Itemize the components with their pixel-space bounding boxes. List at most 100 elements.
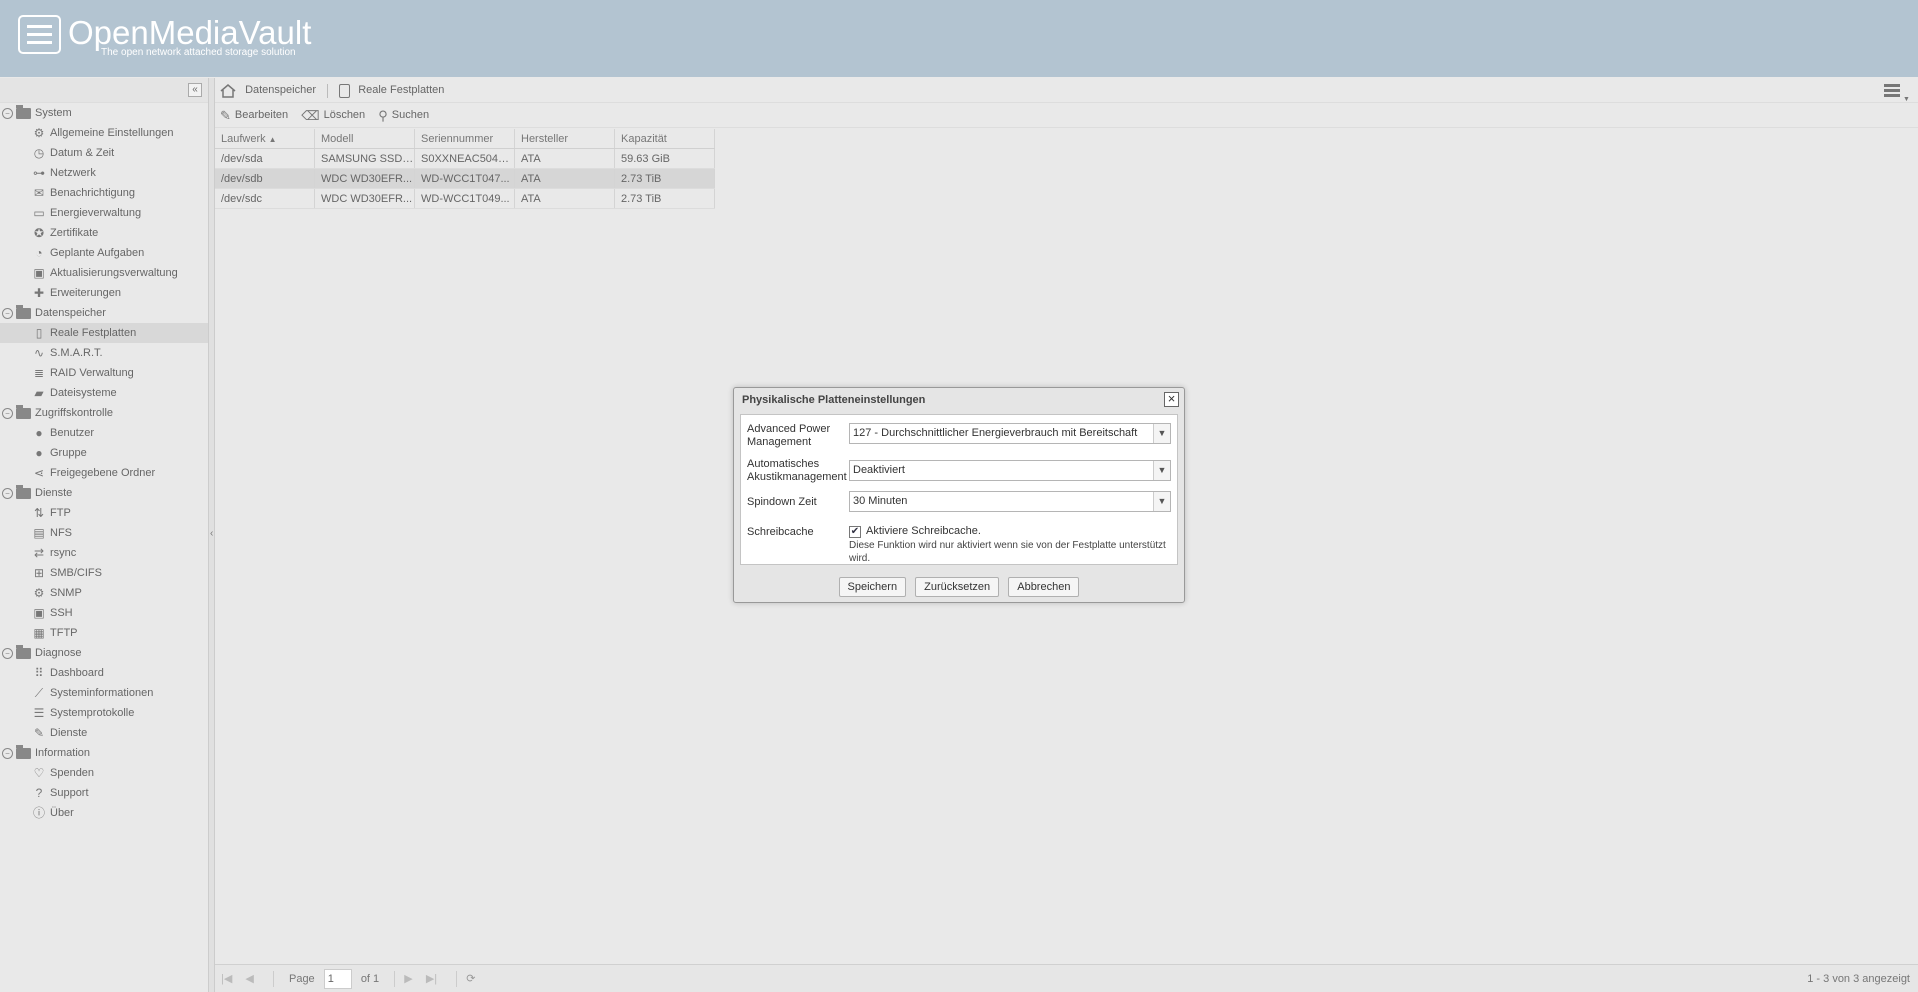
sidebar-item-label: rsync (50, 547, 77, 560)
sidebar-item-rsync[interactable]: ⇄ rsync (0, 543, 208, 563)
cancel-button[interactable]: Abbrechen (1008, 577, 1080, 597)
chevron-down-icon[interactable]: ▼ (1153, 461, 1170, 480)
column-laufwerk[interactable]: Laufwerk ▲ (215, 129, 315, 148)
sidebar-item-spenden[interactable]: ♡ Spenden (0, 763, 208, 783)
edit-button[interactable]: ✎ Bearbeiten (220, 103, 288, 128)
sidebar-item-support[interactable]: ? Support (0, 783, 208, 803)
sidebar-item-benachrichtigung[interactable]: ✉ Benachrichtigung (0, 183, 208, 203)
sidebar-item-benutzer[interactable]: ● Benutzer (0, 423, 208, 443)
sidebar-item-snmp[interactable]: ⚙ SNMP (0, 583, 208, 603)
search-label: Suchen (391, 109, 430, 121)
sidebar-group-label: Zugriffskontrolle (35, 407, 114, 420)
next-page-icon[interactable]: ▶ (404, 965, 412, 992)
prev-page-icon[interactable]: ◀ (245, 965, 253, 992)
sidebar-item-allgemeine-einstellungen[interactable]: ⚙ Allgemeine Einstellungen (0, 123, 208, 143)
table-cell: /dev/sdc (215, 189, 315, 208)
page-input[interactable] (323, 969, 352, 990)
menu-logo-icon[interactable] (18, 15, 61, 54)
table-cell: 2.73 TiB (615, 189, 715, 208)
table-cell: ATA (515, 149, 615, 168)
table-row[interactable]: /dev/sdb WDC WD30EFR... WD-WCC1T047... ATA 2… (215, 169, 715, 189)
sidebar-item-dashboard[interactable]: ⠿ Dashboard (0, 663, 208, 683)
sidebar-item-s-m-a-r-t-[interactable]: ∿ S.M.A.R.T. (0, 343, 208, 363)
collapse-toggle-icon[interactable]: − (2, 747, 13, 759)
table-cell: S0XXNEAC504376 (415, 149, 515, 168)
sidebar-group-zugriffskontrolle[interactable]: − Zugriffskontrolle (0, 403, 208, 423)
sidebar-item-zertifikate[interactable]: ✪ Zertifikate (0, 223, 208, 243)
chevron-down-icon[interactable]: ▼ (1153, 492, 1170, 511)
column-seriennummer[interactable]: Seriennummer (415, 129, 515, 148)
dashboard-icon: ⠿ (34, 666, 44, 681)
sidebar-item-ftp[interactable]: ⇅ FTP (0, 503, 208, 523)
sidebar-item-aktualisierungsverwaltung[interactable]: ▣ Aktualisierungsverwaltung (0, 263, 208, 283)
sidebar-item-label: TFTP (50, 627, 78, 640)
sidebar-item-reale-festplatten[interactable]: ▯ Reale Festplatten (0, 323, 208, 343)
sidebar-item-netzwerk[interactable]: ⊶ Netzwerk (0, 163, 208, 183)
column-modell[interactable]: Modell (315, 129, 415, 148)
table-row[interactable]: /dev/sdc WDC WD30EFR... WD-WCC1T049... ATA 2… (215, 189, 715, 209)
table-row[interactable]: /dev/sda SAMSUNG SSD ... S0XXNEAC504376 ATA… (215, 149, 715, 169)
breadcrumb-item-reale-festplatten[interactable]: Reale Festplatten (358, 84, 444, 96)
sidebar-item-ssh[interactable]: ▣ SSH (0, 603, 208, 623)
sidebar-item-dienste[interactable]: ✎ Dienste (0, 723, 208, 743)
refresh-icon[interactable]: ⟳ (466, 965, 475, 992)
sidebar-item-tftp[interactable]: ▦ TFTP (0, 623, 208, 643)
sidebar-item-nfs[interactable]: ▤ NFS (0, 523, 208, 543)
column-hersteller[interactable]: Hersteller (515, 129, 615, 148)
delete-button[interactable]: ⌫ Löschen (301, 103, 365, 128)
sidebar-item-label: NFS (50, 527, 72, 540)
sidebar-item-freigegebene-ordner[interactable]: ⋖ Freigegebene Ordner (0, 463, 208, 483)
sidebar-item-smb-cifs[interactable]: ⊞ SMB/CIFS (0, 563, 208, 583)
apm-select[interactable]: 127 - Durchschnittlicher Energieverbrauc… (849, 423, 1171, 444)
pager-separator (456, 971, 458, 988)
sidebar-group-label: Dienste (35, 487, 73, 500)
sidebar-group-dienste[interactable]: − Dienste (0, 483, 208, 503)
aam-select[interactable]: Deaktiviert ▼ (849, 460, 1171, 481)
writecache-checkbox-label[interactable]: Aktiviere Schreibcache. (866, 525, 981, 537)
collapse-toggle-icon[interactable]: − (2, 307, 13, 319)
writecache-checkbox[interactable]: ✔ (849, 526, 861, 538)
user-icon: ● (35, 426, 43, 441)
collapse-toggle-icon[interactable]: − (2, 107, 13, 119)
sidebar-item-energieverwaltung[interactable]: ▭ Energieverwaltung (0, 203, 208, 223)
disk-grid: Laufwerk ▲ Modell Seriennummer Hersteller… (215, 129, 715, 209)
sidebar-item-dateisysteme[interactable]: ▰ Dateisysteme (0, 383, 208, 403)
sidebar-item-raid-verwaltung[interactable]: ≣ RAID Verwaltung (0, 363, 208, 383)
folder-open-icon (16, 104, 31, 119)
column-kapazitaet[interactable]: Kapazität (615, 129, 715, 148)
last-page-icon[interactable]: ▶| (426, 965, 437, 992)
home-icon[interactable] (220, 83, 236, 98)
spindown-select[interactable]: 30 Minuten ▼ (849, 491, 1171, 512)
sidebar-item-datum-zeit[interactable]: ◷ Datum & Zeit (0, 143, 208, 163)
first-page-icon[interactable]: |◀ (221, 965, 232, 992)
collapse-toggle-icon[interactable]: − (2, 647, 13, 659)
navigation-tree: − System ⚙ Allgemeine Einstellungen ◷ Datum &… (0, 103, 208, 823)
sidebar-item-geplante-aufgaben[interactable]: ◔ Geplante Aufgaben (0, 243, 208, 263)
puzzle-icon: ✚ (33, 286, 45, 301)
collapse-toggle-icon[interactable]: − (2, 407, 13, 419)
sidebar-group-information[interactable]: − Information (0, 743, 208, 763)
sidebar-item-systemprotokolle[interactable]: ☰ Systemprotokolle (0, 703, 208, 723)
sidebar-item-über[interactable]: ⓘ Über (0, 803, 208, 823)
collapse-toggle-icon[interactable]: − (2, 487, 13, 499)
disk-settings-dialog: Physikalische Platteneinstellungen × Adv… (733, 387, 1185, 603)
table-cell: 2.73 TiB (615, 169, 715, 188)
sidebar-item-gruppe[interactable]: ● Gruppe (0, 443, 208, 463)
sidebar-group-system[interactable]: − System (0, 103, 208, 123)
save-button[interactable]: Speichern (838, 577, 907, 597)
sidebar-group-diagnose[interactable]: − Diagnose (0, 643, 208, 663)
collapse-sidebar-icon[interactable]: « (188, 83, 202, 97)
sidebar-group-datenspeicher[interactable]: − Datenspeicher (0, 303, 208, 323)
close-icon[interactable]: × (1164, 392, 1179, 407)
breadcrumb-item-datenspeicher[interactable]: Datenspeicher (245, 84, 316, 96)
network-icon: ⊶ (33, 166, 45, 181)
reset-button[interactable]: Zurücksetzen (915, 577, 1000, 597)
main-menu-icon[interactable]: ▼ (1884, 83, 1910, 103)
sidebar-item-label: SNMP (50, 587, 82, 600)
sidebar-item-erweiterungen[interactable]: ✚ Erweiterungen (0, 283, 208, 303)
search-button[interactable]: ⚲ Suchen (378, 103, 429, 128)
folder-open-icon (16, 404, 31, 419)
sidebar-item-systeminformationen[interactable]: ⟋ Systeminformationen (0, 683, 208, 703)
chevron-down-icon[interactable]: ▼ (1153, 424, 1170, 443)
rsync-icon: ⇄ (33, 546, 45, 561)
